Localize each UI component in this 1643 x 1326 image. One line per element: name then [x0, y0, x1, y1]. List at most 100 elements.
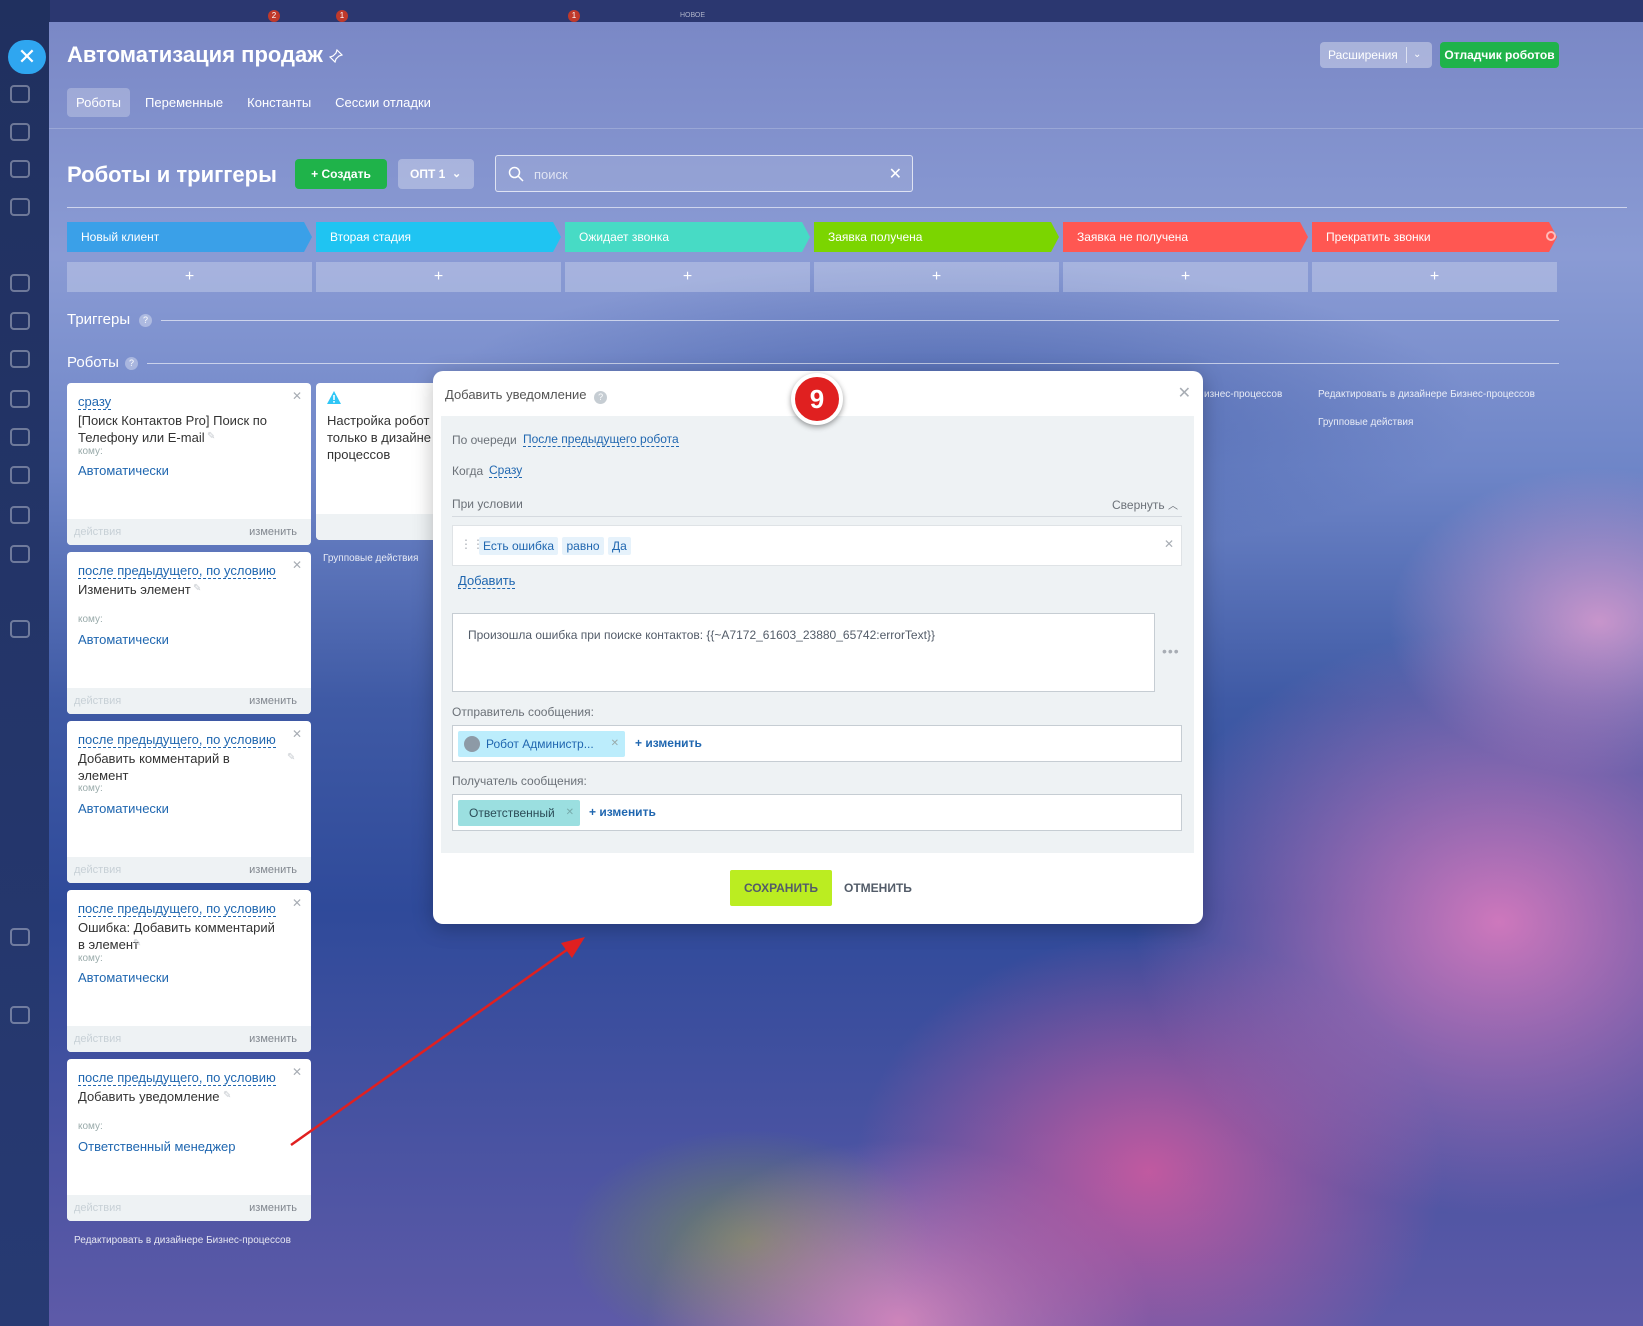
robot-when-link[interactable]: после предыдущего, по условию	[78, 1070, 276, 1086]
add-button[interactable]: +	[814, 262, 1059, 292]
calendar-icon[interactable]	[10, 350, 30, 368]
doc-icon[interactable]	[10, 466, 30, 484]
when-value-link[interactable]: Сразу	[489, 463, 523, 478]
close-icon[interactable]: ✕	[292, 558, 302, 572]
clear-icon[interactable]: ✕	[889, 164, 902, 184]
pencil-icon[interactable]: ✎	[133, 938, 141, 949]
pin-icon[interactable]	[329, 49, 343, 63]
pencil-icon[interactable]: ✎	[223, 1090, 231, 1101]
screen-icon[interactable]	[10, 545, 30, 563]
robot-actions[interactable]: действия	[74, 526, 121, 538]
close-icon[interactable]: ✕	[292, 1065, 302, 1079]
change-sender-link[interactable]: + изменить	[635, 736, 702, 750]
pencil-icon[interactable]: ✎	[207, 431, 215, 442]
stage-request-not-received[interactable]: Заявка не получена	[1063, 222, 1308, 252]
card-icon[interactable]	[10, 390, 30, 408]
pencil-icon[interactable]: ✎	[287, 752, 295, 763]
add-button[interactable]: +	[1312, 262, 1557, 292]
robot-edit-link[interactable]: изменить	[249, 526, 297, 538]
edit-in-designer-link[interactable]: Редактировать в дизайнере Бизнес-процесс…	[1318, 389, 1535, 400]
condition-value[interactable]: Да	[607, 537, 631, 555]
robot-actions[interactable]: действия	[74, 1202, 121, 1214]
message-textarea[interactable]: Произошла ошибка при поиске контактов: {…	[452, 613, 1155, 692]
settings-icon[interactable]	[10, 1006, 30, 1024]
group-actions-link[interactable]: Групповые действия	[1318, 417, 1413, 428]
stage-stop-calls[interactable]: Прекратить звонки	[1312, 222, 1557, 252]
condition-operator[interactable]: равно	[562, 537, 604, 555]
add-button[interactable]: +	[67, 262, 312, 292]
close-icon[interactable]: ✕	[292, 389, 302, 403]
robot-when-link[interactable]: после предыдущего, по условию	[78, 563, 276, 579]
mail-icon[interactable]	[10, 312, 30, 330]
queue-value-link[interactable]: После предыдущего робота	[523, 432, 679, 447]
robot-actions[interactable]: действия	[74, 695, 121, 707]
robot-when-link[interactable]: после предыдущего, по условию	[78, 901, 276, 917]
robot-edit-link[interactable]: изменить	[249, 864, 297, 876]
chat-icon[interactable]	[10, 198, 30, 216]
robot-edit-link[interactable]: изменить	[249, 695, 297, 707]
add-button[interactable]: +	[316, 262, 561, 292]
robot-card[interactable]: после предыдущего, по условию ✕ Изменить…	[67, 552, 311, 714]
tab-debug-sessions[interactable]: Сессии отладки	[326, 88, 440, 117]
group-actions-link[interactable]: Групповые действия	[323, 553, 418, 564]
menu-icon[interactable]	[10, 85, 30, 103]
collapse-link[interactable]: Свернуть ︿	[1112, 497, 1178, 512]
save-button[interactable]: СОХРАНИТЬ	[730, 870, 832, 906]
robot-target[interactable]: Автоматически	[78, 463, 169, 478]
robot-when-link[interactable]: сразу	[78, 394, 112, 410]
robot-card[interactable]: после предыдущего, по условию ✕ Добавить…	[67, 1059, 311, 1221]
close-slider-button[interactable]: ✕	[8, 40, 46, 74]
extensions-button[interactable]: Расширения ⌄	[1320, 42, 1432, 68]
create-button[interactable]: + Создать	[295, 159, 387, 189]
robot-card[interactable]: после предыдущего, по условию ✕ Добавить…	[67, 721, 311, 883]
close-icon[interactable]: ✕	[292, 896, 302, 910]
edit-in-designer-link[interactable]: Редактировать в дизайнере Бизнес-процесс…	[74, 1235, 291, 1246]
sender-field[interactable]: Робот Администр... ✕ + изменить	[452, 725, 1182, 762]
change-recipient-link[interactable]: + изменить	[589, 805, 656, 819]
robot-when-link[interactable]: после предыдущего, по условию	[78, 732, 276, 748]
robot-target[interactable]: Автоматически	[78, 632, 169, 647]
edit-in-designer-link[interactable]: изнес-процессов	[1204, 389, 1282, 400]
tab-variables[interactable]: Переменные	[136, 88, 232, 117]
cancel-button[interactable]: ОТМЕНИТЬ	[844, 881, 912, 895]
close-icon[interactable]: ✕	[1164, 537, 1174, 551]
pipeline-select[interactable]: ОПТ 1 ⌄	[398, 159, 474, 189]
add-condition-link[interactable]: Добавить	[458, 573, 516, 589]
remove-icon[interactable]: ✕	[566, 800, 574, 826]
robot-target[interactable]: Автоматически	[78, 970, 169, 985]
robot-edit-link[interactable]: изменить	[249, 1202, 297, 1214]
pencil-icon[interactable]: ✎	[193, 583, 201, 594]
stage-second[interactable]: Вторая стадия	[316, 222, 561, 252]
robot-target[interactable]: Автоматически	[78, 801, 169, 816]
robot-actions[interactable]: действия	[74, 1033, 121, 1045]
stage-new-client[interactable]: Новый клиент	[67, 222, 312, 252]
target-icon[interactable]	[10, 506, 30, 524]
recipient-field[interactable]: Ответственный ✕ + изменить	[452, 794, 1182, 831]
robot-actions[interactable]: действия	[74, 864, 121, 876]
robot-card[interactable]: сразу ✕ [Поиск Контактов Pro] Поиск по Т…	[67, 383, 311, 545]
tab-robots[interactable]: Роботы	[67, 88, 131, 117]
calendar-icon[interactable]	[10, 160, 30, 178]
robot-card[interactable]: после предыдущего, по условию ✕ Ошибка: …	[67, 890, 311, 1052]
shop-icon[interactable]	[10, 620, 30, 638]
add-button[interactable]: +	[565, 262, 810, 292]
remove-icon[interactable]: ✕	[611, 731, 619, 757]
condition-field[interactable]: Есть ошибка	[479, 537, 559, 555]
users-icon[interactable]	[10, 428, 30, 446]
robot-debugger-button[interactable]: Отладчик роботов	[1440, 42, 1559, 68]
doc-icon[interactable]	[10, 274, 30, 292]
add-button[interactable]: +	[1063, 262, 1308, 292]
help-icon[interactable]: ?	[125, 357, 138, 370]
search-input[interactable]: поиск ✕	[495, 155, 913, 192]
condition-row[interactable]: ⋮⋮ Есть ошибка равно Да ✕	[452, 525, 1182, 566]
robot-edit-link[interactable]: изменить	[249, 1033, 297, 1045]
robot-target[interactable]: Ответственный менеджер	[78, 1139, 236, 1154]
stage-awaiting-call[interactable]: Ожидает звонка	[565, 222, 810, 252]
chevron-down-icon[interactable]: ⌄	[1413, 42, 1421, 68]
stage-request-received[interactable]: Заявка получена	[814, 222, 1059, 252]
help-icon[interactable]: ?	[139, 314, 152, 327]
tab-constants[interactable]: Константы	[238, 88, 320, 117]
robot-card[interactable]: Настройка робот только в дизайне процесс…	[316, 383, 446, 540]
gear-icon[interactable]	[1546, 231, 1556, 241]
more-icon[interactable]: •••	[1162, 643, 1180, 659]
